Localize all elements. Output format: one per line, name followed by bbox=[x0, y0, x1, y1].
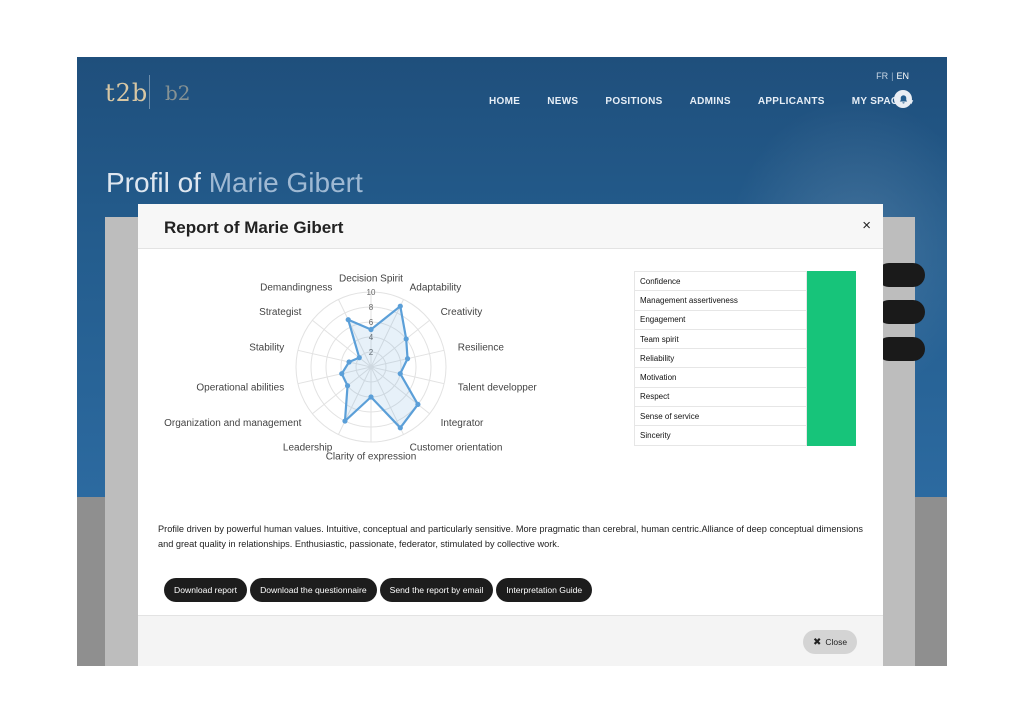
radar-axis-label: Talent developper bbox=[458, 382, 538, 393]
trait-level-bar bbox=[806, 425, 856, 446]
background-action-button bbox=[877, 263, 925, 287]
trait-row: Sincerity bbox=[634, 425, 856, 446]
bell-icon[interactable] bbox=[894, 90, 912, 108]
modal-footer: ✖ Close bbox=[138, 615, 883, 666]
email-report-button[interactable]: Send the report by email bbox=[379, 578, 494, 602]
radar-data-point bbox=[368, 326, 374, 333]
radar-axis-label: Organization and management bbox=[164, 418, 302, 429]
lang-fr[interactable]: FR bbox=[876, 71, 888, 81]
trait-row: Confidence bbox=[634, 270, 856, 292]
nav-news[interactable]: NEWS bbox=[547, 96, 578, 107]
trait-row: Respect bbox=[634, 386, 856, 408]
trait-level-bar bbox=[806, 367, 856, 388]
nav-applicants[interactable]: APPLICANTS bbox=[758, 96, 825, 107]
radar-data-point bbox=[397, 371, 403, 377]
radar-axis-label: Resilience bbox=[458, 343, 505, 354]
nav-positions[interactable]: POSITIONS bbox=[605, 96, 662, 107]
trait-label: Management assertiveness bbox=[634, 290, 807, 311]
trait-label: Sincerity bbox=[634, 425, 807, 446]
radar-axis-label: Operational abilities bbox=[196, 382, 284, 393]
traits-table: Confidence Management assertiveness Engage… bbox=[634, 270, 856, 446]
report-actions: Download report Download the questionnai… bbox=[164, 578, 593, 602]
download-report-button[interactable]: Download report bbox=[164, 578, 248, 602]
background-action-button bbox=[877, 300, 925, 324]
trait-label: Motivation bbox=[634, 367, 807, 388]
trait-row: Engagement bbox=[634, 309, 856, 330]
radar-axis-label: Leadership bbox=[283, 443, 333, 454]
close-icon: ✖ bbox=[813, 636, 822, 648]
trait-level-bar bbox=[806, 348, 856, 369]
interpretation-guide-button[interactable]: Interpretation Guide bbox=[496, 578, 593, 602]
trait-level-bar bbox=[806, 386, 856, 408]
report-modal: Report of Marie Gibert × 246810Decision … bbox=[138, 204, 883, 666]
background-action-button bbox=[877, 337, 925, 361]
radar-data-point bbox=[356, 355, 362, 361]
radar-axis-label: Customer orientation bbox=[410, 443, 503, 454]
main-nav: HOME NEWS POSITIONS ADMINS APPLICANTS MY… bbox=[489, 96, 913, 107]
radar-data-point bbox=[397, 425, 403, 431]
radar-data-point bbox=[339, 371, 345, 377]
lang-en[interactable]: EN bbox=[896, 71, 909, 81]
trait-label: Sense of service bbox=[634, 406, 807, 427]
radar-axis-label: Strategist bbox=[259, 307, 301, 318]
radar-axis-label: Decision Spirit bbox=[339, 274, 403, 285]
radar-data-point bbox=[346, 359, 352, 365]
trait-row: Reliability bbox=[634, 348, 856, 369]
radar-axis-label: Adaptability bbox=[410, 282, 462, 293]
radar-data-point bbox=[404, 356, 411, 362]
language-switcher: FR | EN bbox=[876, 71, 909, 81]
brand-logo[interactable]: t2b bbox=[105, 79, 148, 107]
nav-home[interactable]: HOME bbox=[489, 96, 520, 107]
trait-row: Team spirit bbox=[634, 328, 856, 350]
secondary-logo: b2 bbox=[165, 81, 191, 105]
radar-axis-label: Creativity bbox=[441, 307, 483, 318]
profile-description: Profile driven by powerful human values.… bbox=[158, 524, 863, 549]
trait-row: Sense of service bbox=[634, 406, 856, 427]
trait-level-bar bbox=[806, 270, 856, 292]
radar-data-point bbox=[397, 303, 403, 309]
trait-label: Engagement bbox=[634, 309, 807, 330]
radar-series-area bbox=[340, 305, 420, 429]
download-questionnaire-button[interactable]: Download the questionnaire bbox=[250, 578, 377, 602]
radar-axis-label: Integrator bbox=[441, 418, 484, 429]
radar-axis-label: Stability bbox=[249, 343, 284, 354]
radar-axis-label: Clarity of expression bbox=[326, 452, 417, 463]
radar-tick-label: 8 bbox=[369, 303, 374, 312]
trait-row: Motivation bbox=[634, 367, 856, 388]
trait-label: Reliability bbox=[634, 348, 807, 369]
trait-level-bar bbox=[806, 328, 856, 350]
radar-tick-label: 6 bbox=[369, 318, 374, 327]
radar-data-point bbox=[345, 317, 351, 323]
trait-level-bar bbox=[806, 309, 856, 330]
close-button-label: Close bbox=[825, 637, 848, 647]
radar-data-point bbox=[368, 394, 374, 400]
trait-label: Team spirit bbox=[634, 328, 807, 350]
page-title-name: Marie Gibert bbox=[208, 167, 363, 198]
logo-divider bbox=[149, 75, 150, 109]
page-title: Profil of Marie Gibert bbox=[106, 167, 363, 199]
radar-data-point bbox=[415, 401, 421, 408]
trait-label: Confidence bbox=[634, 270, 807, 292]
radar-data-point bbox=[342, 418, 348, 424]
trait-row: Management assertiveness bbox=[634, 290, 856, 311]
radar-data-point bbox=[403, 336, 409, 342]
page-title-prefix: Profil of bbox=[106, 167, 201, 198]
trait-label: Respect bbox=[634, 386, 807, 408]
nav-admins[interactable]: ADMINS bbox=[690, 96, 731, 107]
radar-tick-label: 10 bbox=[367, 288, 376, 297]
close-button[interactable]: ✖ Close bbox=[803, 630, 858, 654]
trait-level-bar bbox=[806, 406, 856, 427]
radar-axis-label: Demandingness bbox=[260, 282, 332, 293]
trait-level-bar bbox=[806, 290, 856, 311]
radar-data-point bbox=[344, 383, 351, 389]
